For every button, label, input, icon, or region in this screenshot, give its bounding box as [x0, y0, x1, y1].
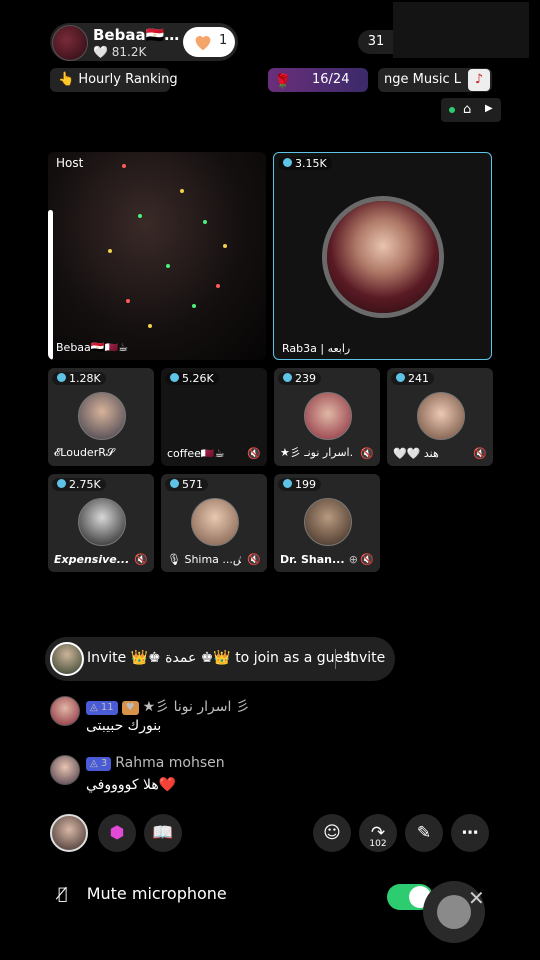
- points-badge: 199: [278, 478, 321, 491]
- magic-wand-icon[interactable]: ✎: [405, 814, 443, 852]
- guest-name: 🎙 Shima ...ش: [167, 553, 241, 566]
- mute-microphone-row[interactable]: 🎙̸ Mute microphone: [58, 884, 227, 903]
- gift-box-icon[interactable]: ⬢: [98, 814, 136, 852]
- mic-muted-icon: 🔇: [360, 553, 374, 566]
- guest-avatar: [191, 498, 239, 546]
- profile-avatar-button[interactable]: [50, 814, 88, 852]
- chat-icon[interactable]: ☺: [313, 814, 351, 852]
- mic-muted-icon: 🔇: [247, 553, 261, 566]
- comment-text: بنورك حبيبتى: [86, 718, 162, 734]
- commenter-name: ◬ 3 Rahma mohsen: [86, 755, 225, 771]
- guest-seat[interactable]: 241 🤍🤍 هند 🔇: [387, 368, 493, 466]
- host-likes: 🤍 81.2K: [93, 45, 147, 59]
- guest-name: 🤍🤍 هند: [393, 447, 439, 460]
- follow-button[interactable]: 1: [183, 27, 235, 57]
- points-badge: 241: [391, 372, 434, 385]
- guest-seat[interactable]: 199 Dr. Shan... ⊕ 🔇: [274, 474, 380, 572]
- mic-muted-icon: 🔇: [360, 447, 374, 460]
- commenter-name: ◬ 11 ♥ ★彡 اسرار نونا 彡: [86, 696, 250, 716]
- close-icon[interactable]: ✕: [468, 886, 485, 910]
- mute-label: Mute microphone: [86, 884, 227, 903]
- guest-avatar: [304, 392, 352, 440]
- viewer-count[interactable]: 31: [358, 30, 394, 54]
- follow-count: 1: [219, 33, 228, 48]
- mic-muted-icon: 🔇: [134, 553, 148, 566]
- mic-muted-icon: 🔇: [247, 447, 261, 460]
- guest-name: Dr. Shan...: [280, 553, 345, 566]
- host-tile-name: Bebaa🇪🇬🇶🇦☕: [56, 341, 129, 354]
- play-icon[interactable]: ▶: [485, 103, 493, 114]
- points-badge: 5.26K: [165, 372, 219, 385]
- guest-name: coffee🇶🇦☕: [167, 447, 225, 460]
- points-badge: 239: [278, 372, 321, 385]
- points-badge: 571: [165, 478, 208, 491]
- host-avatar[interactable]: [52, 25, 88, 61]
- add-icon[interactable]: ⊕: [349, 553, 358, 566]
- guest-name: ★彡 اسرار نونـ...: [280, 446, 354, 459]
- hourly-ranking-button[interactable]: 👆 Hourly Ranking: [50, 68, 178, 92]
- guest-tile-rab3a[interactable]: 3.15K Rab3a | رابعه: [273, 152, 492, 360]
- music-label: nge Music L: [384, 72, 461, 87]
- host-name: Bebaa🇪🇬…: [93, 26, 180, 44]
- volume-indicator: [48, 210, 53, 360]
- share-icon[interactable]: ↷ 102: [359, 814, 397, 852]
- level-badge: ◬ 11: [86, 701, 118, 715]
- heart-icon: [195, 36, 211, 51]
- goal-progress-text: 16/24: [312, 72, 350, 87]
- points-badge: 3.15K: [278, 157, 332, 170]
- guest-avatar: [417, 392, 465, 440]
- heart-icon: ♥: [121, 701, 139, 715]
- invitee-avatar: [50, 642, 84, 676]
- comment-text: هلا كووووفي❤️: [86, 777, 177, 793]
- guest-name: Rab3a | رابعه: [282, 342, 351, 355]
- floating-button-core: [437, 895, 471, 929]
- guest-seat[interactable]: 239 ★彡 اسرار نونـ... 🔇: [274, 368, 380, 466]
- invite-button[interactable]: Invite: [346, 650, 385, 666]
- book-icon[interactable]: 📖: [144, 814, 182, 852]
- guest-name: 𝓔LouderR𝓢: [54, 446, 115, 459]
- home-icon[interactable]: ⌂: [463, 102, 471, 117]
- guest-seat[interactable]: 1.28K 𝓔LouderR𝓢: [48, 368, 154, 466]
- rose-goal-progress[interactable]: 🌹 16/24: [268, 68, 368, 92]
- points-badge: 1.28K: [52, 372, 106, 385]
- commenter-avatar[interactable]: [50, 755, 80, 785]
- guest-avatar: [78, 392, 126, 440]
- invite-text: Invite 👑♚ عمدة ♚👑 to join as a guest: [87, 650, 356, 666]
- commenter-avatar[interactable]: [50, 696, 80, 726]
- guest-avatar: [304, 498, 352, 546]
- guest-avatar: [327, 201, 439, 313]
- more-icon[interactable]: ⋯: [451, 814, 489, 852]
- mic-muted-icon: 🔇: [473, 447, 487, 460]
- guest-seat[interactable]: 2.75K Expensive... 🔇: [48, 474, 154, 572]
- host-label: Host: [56, 156, 84, 170]
- invite-guest-banner[interactable]: Invite 👑♚ عمدة ♚👑 to join as a guest Inv…: [45, 637, 395, 681]
- music-icon: ♪: [468, 69, 490, 91]
- guest-name: Expensive...: [54, 553, 128, 566]
- share-count: 102: [369, 839, 387, 849]
- guest-avatar: [78, 498, 126, 546]
- rose-icon: 🌹: [274, 74, 292, 90]
- level-badge: ◬ 3: [86, 757, 112, 771]
- music-button[interactable]: nge Music L ♪: [378, 68, 492, 92]
- host-video-tile[interactable]: Host Bebaa🇪🇬🇶🇦☕: [48, 152, 266, 360]
- live-dot: [449, 107, 455, 113]
- guest-seat[interactable]: 5.26K coffee🇶🇦☕ 🔇: [161, 368, 267, 466]
- divider: [335, 649, 336, 669]
- stream-controls[interactable]: ⌂ ▶: [441, 98, 501, 122]
- mic-off-icon: 🎙̸: [58, 884, 68, 903]
- points-badge: 2.75K: [52, 478, 106, 491]
- overlay-panel: [393, 2, 529, 58]
- guest-seat[interactable]: 571 🎙 Shima ...ش 🔇: [161, 474, 267, 572]
